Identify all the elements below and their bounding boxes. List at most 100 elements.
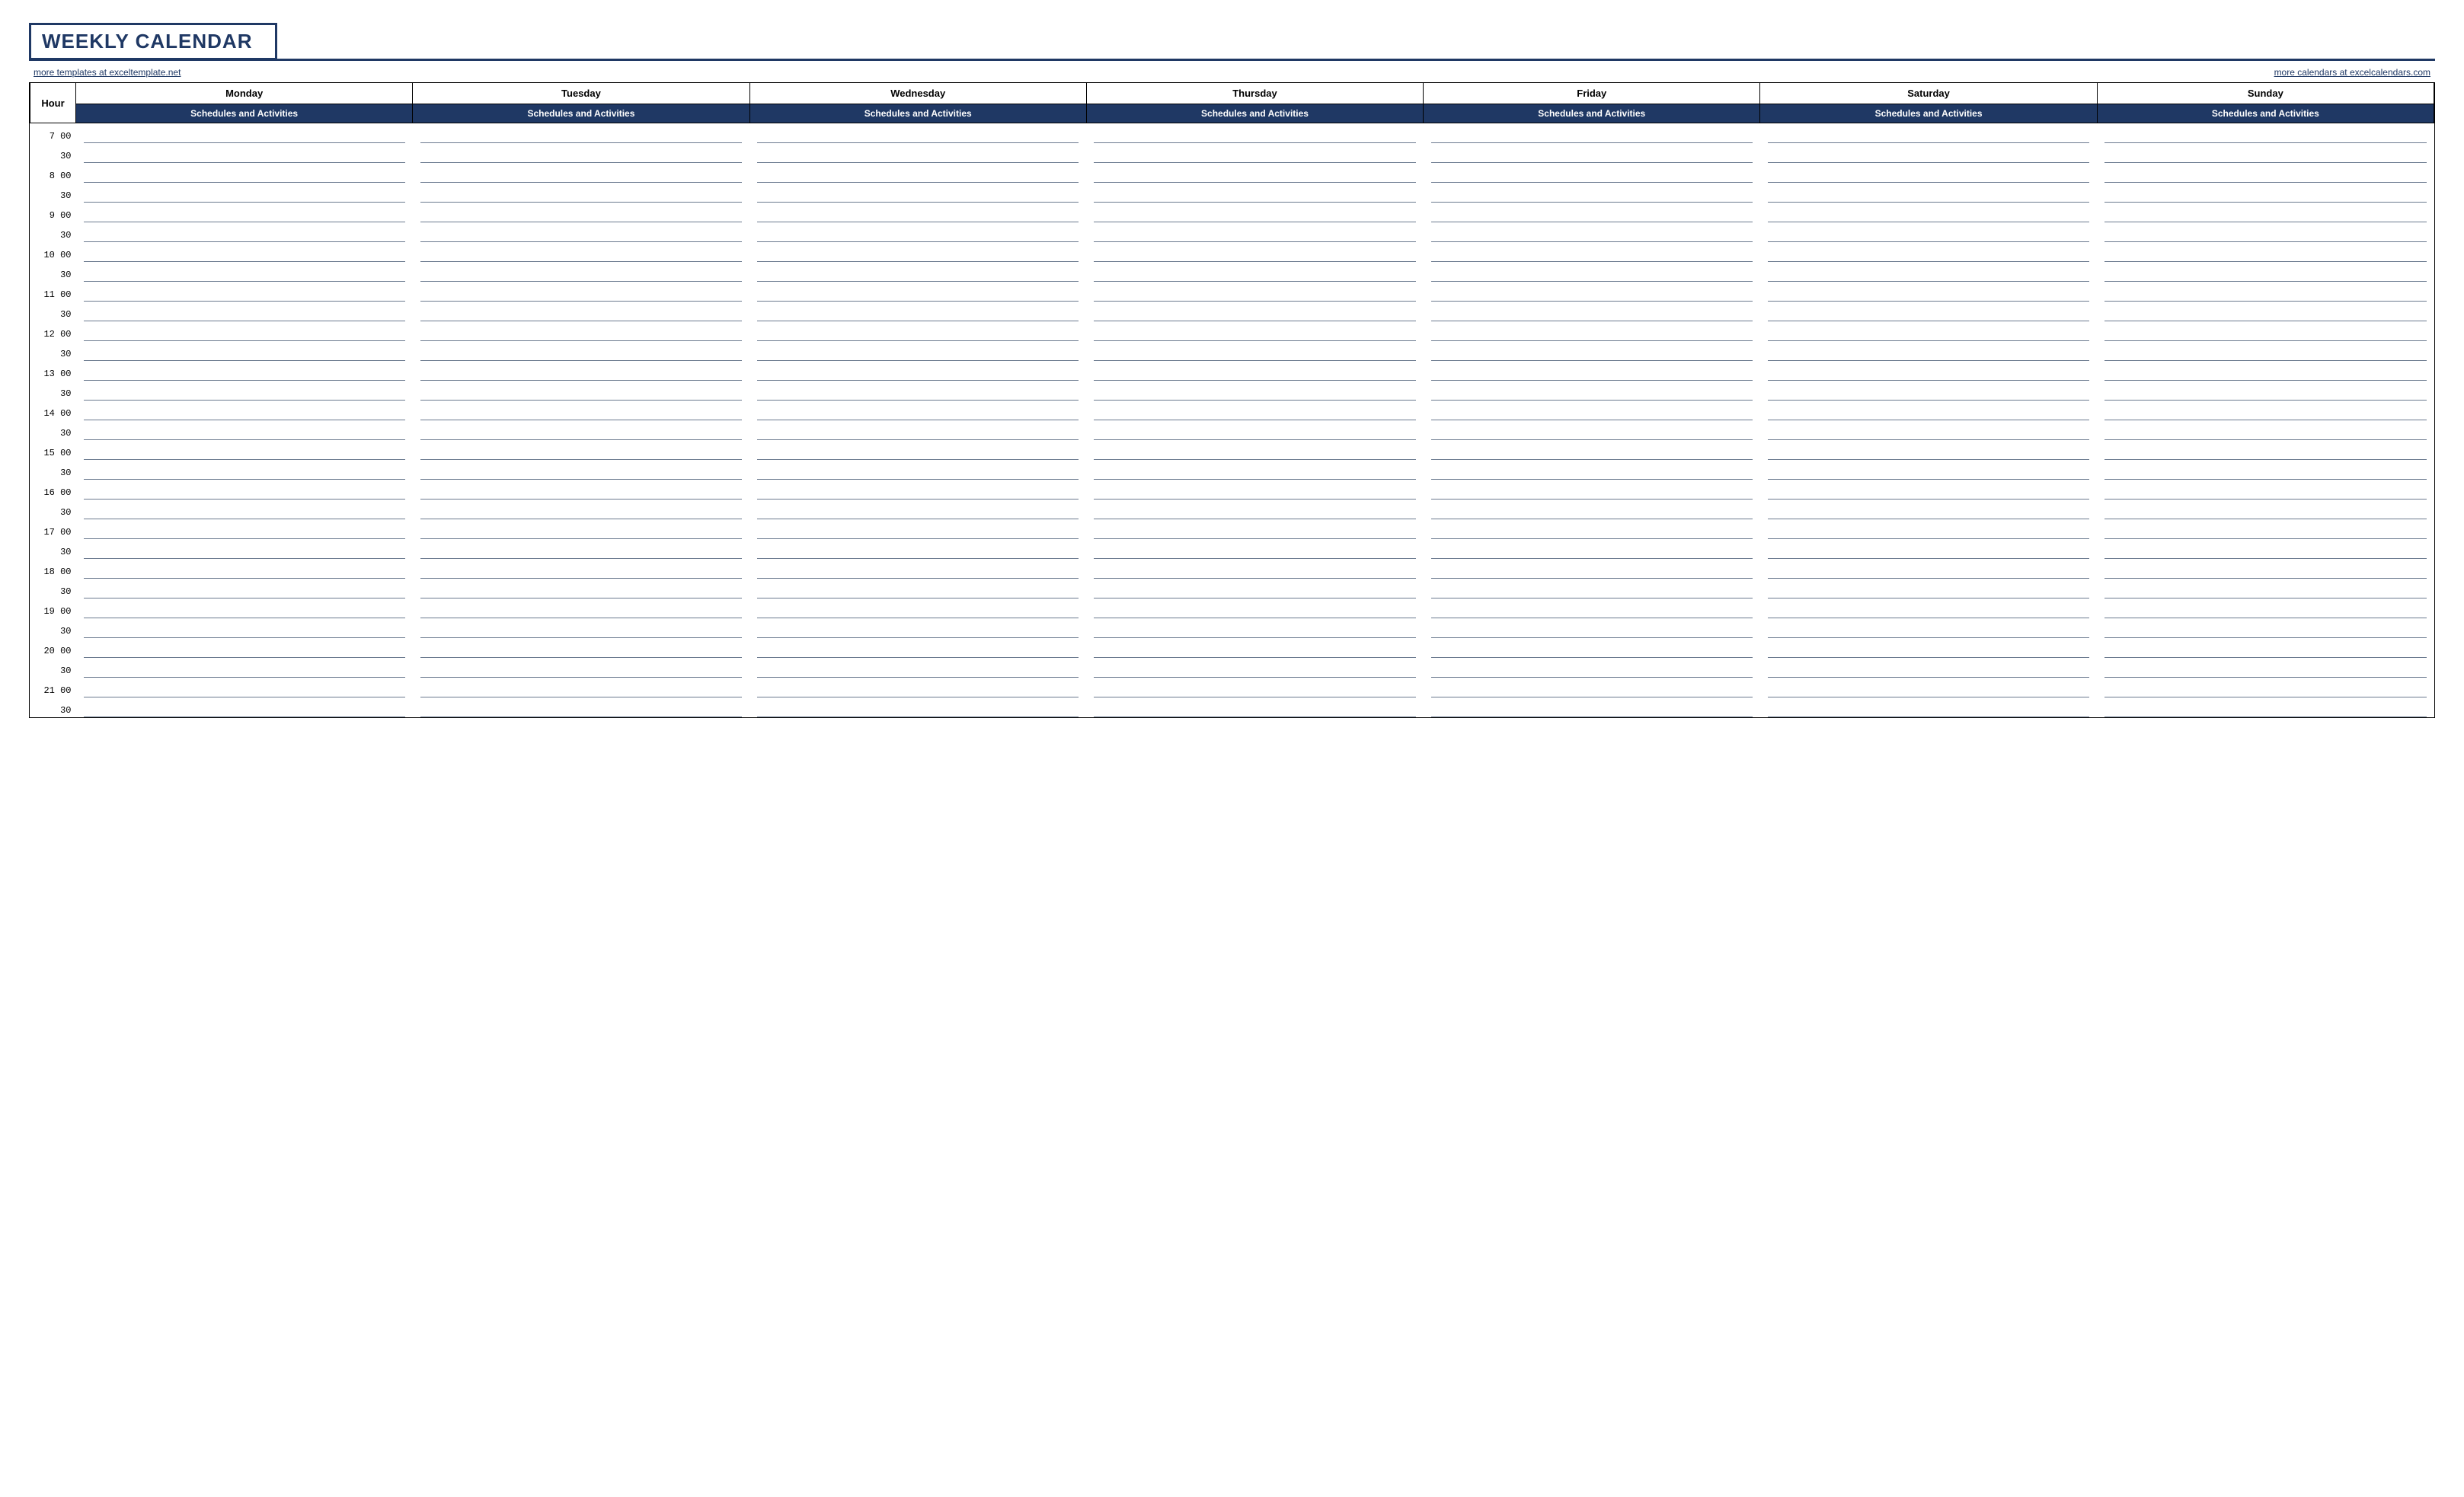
schedule-slot[interactable]	[1086, 697, 1423, 717]
schedule-slot[interactable]	[413, 401, 749, 420]
schedule-slot[interactable]	[413, 262, 749, 282]
schedule-slot[interactable]	[76, 381, 413, 401]
schedule-slot[interactable]	[413, 163, 749, 183]
schedule-slot[interactable]	[413, 500, 749, 519]
schedule-slot[interactable]	[76, 598, 413, 618]
schedule-slot[interactable]	[413, 480, 749, 500]
schedule-slot[interactable]	[1760, 420, 2097, 440]
schedule-slot[interactable]	[413, 341, 749, 361]
schedule-slot[interactable]	[1086, 341, 1423, 361]
schedule-slot[interactable]	[2097, 678, 2434, 697]
schedule-slot[interactable]	[1760, 361, 2097, 381]
schedule-slot[interactable]	[413, 183, 749, 203]
schedule-slot[interactable]	[2097, 420, 2434, 440]
schedule-slot[interactable]	[1424, 539, 1760, 559]
schedule-slot[interactable]	[1086, 460, 1423, 480]
schedule-slot[interactable]	[1760, 183, 2097, 203]
schedule-slot[interactable]	[1760, 480, 2097, 500]
schedule-slot[interactable]	[749, 143, 1086, 163]
schedule-slot[interactable]	[1424, 500, 1760, 519]
schedule-slot[interactable]	[76, 341, 413, 361]
schedule-slot[interactable]	[1424, 460, 1760, 480]
schedule-slot[interactable]	[749, 638, 1086, 658]
schedule-slot[interactable]	[1760, 341, 2097, 361]
schedule-slot[interactable]	[1086, 559, 1423, 579]
schedule-slot[interactable]	[2097, 579, 2434, 598]
schedule-slot[interactable]	[76, 163, 413, 183]
schedule-slot[interactable]	[1086, 143, 1423, 163]
schedule-slot[interactable]	[1424, 282, 1760, 302]
schedule-slot[interactable]	[1424, 658, 1760, 678]
schedule-slot[interactable]	[76, 519, 413, 539]
schedule-slot[interactable]	[413, 282, 749, 302]
schedule-slot[interactable]	[749, 539, 1086, 559]
schedule-slot[interactable]	[1086, 321, 1423, 341]
schedule-slot[interactable]	[413, 539, 749, 559]
schedule-slot[interactable]	[76, 143, 413, 163]
schedule-slot[interactable]	[413, 242, 749, 262]
schedule-slot[interactable]	[2097, 598, 2434, 618]
schedule-slot[interactable]	[1424, 361, 1760, 381]
schedule-slot[interactable]	[76, 321, 413, 341]
schedule-slot[interactable]	[1760, 163, 2097, 183]
schedule-slot[interactable]	[2097, 519, 2434, 539]
schedule-slot[interactable]	[76, 678, 413, 697]
schedule-slot[interactable]	[1760, 242, 2097, 262]
schedule-slot[interactable]	[1086, 302, 1423, 321]
schedule-slot[interactable]	[76, 638, 413, 658]
schedule-slot[interactable]	[2097, 697, 2434, 717]
schedule-slot[interactable]	[2097, 500, 2434, 519]
schedule-slot[interactable]	[1086, 618, 1423, 638]
schedule-slot[interactable]	[749, 321, 1086, 341]
schedule-slot[interactable]	[1086, 203, 1423, 222]
schedule-slot[interactable]	[2097, 559, 2434, 579]
schedule-slot[interactable]	[1086, 500, 1423, 519]
schedule-slot[interactable]	[1760, 381, 2097, 401]
schedule-slot[interactable]	[1760, 302, 2097, 321]
schedule-slot[interactable]	[1086, 282, 1423, 302]
schedule-slot[interactable]	[413, 361, 749, 381]
schedule-slot[interactable]	[76, 559, 413, 579]
schedule-slot[interactable]	[1760, 638, 2097, 658]
schedule-slot[interactable]	[1086, 480, 1423, 500]
schedule-slot[interactable]	[2097, 460, 2434, 480]
schedule-slot[interactable]	[2097, 242, 2434, 262]
schedule-slot[interactable]	[2097, 123, 2434, 144]
schedule-slot[interactable]	[76, 460, 413, 480]
schedule-slot[interactable]	[1424, 401, 1760, 420]
schedule-slot[interactable]	[413, 559, 749, 579]
schedule-slot[interactable]	[749, 123, 1086, 144]
schedule-slot[interactable]	[2097, 302, 2434, 321]
schedule-slot[interactable]	[1760, 579, 2097, 598]
schedule-slot[interactable]	[1424, 381, 1760, 401]
schedule-slot[interactable]	[1424, 143, 1760, 163]
schedule-slot[interactable]	[413, 678, 749, 697]
schedule-slot[interactable]	[2097, 183, 2434, 203]
schedule-slot[interactable]	[2097, 440, 2434, 460]
schedule-slot[interactable]	[1424, 559, 1760, 579]
schedule-slot[interactable]	[413, 440, 749, 460]
schedule-slot[interactable]	[749, 401, 1086, 420]
schedule-slot[interactable]	[1086, 678, 1423, 697]
schedule-slot[interactable]	[1086, 163, 1423, 183]
schedule-slot[interactable]	[1760, 222, 2097, 242]
schedule-slot[interactable]	[1424, 519, 1760, 539]
schedule-slot[interactable]	[2097, 401, 2434, 420]
schedule-slot[interactable]	[76, 539, 413, 559]
schedule-slot[interactable]	[1760, 539, 2097, 559]
schedule-slot[interactable]	[1424, 183, 1760, 203]
schedule-slot[interactable]	[749, 500, 1086, 519]
schedule-slot[interactable]	[76, 480, 413, 500]
schedule-slot[interactable]	[1424, 697, 1760, 717]
schedule-slot[interactable]	[2097, 618, 2434, 638]
schedule-slot[interactable]	[749, 460, 1086, 480]
schedule-slot[interactable]	[413, 460, 749, 480]
schedule-slot[interactable]	[1086, 242, 1423, 262]
schedule-slot[interactable]	[1086, 539, 1423, 559]
schedule-slot[interactable]	[2097, 658, 2434, 678]
schedule-slot[interactable]	[749, 341, 1086, 361]
schedule-slot[interactable]	[76, 420, 413, 440]
schedule-slot[interactable]	[749, 183, 1086, 203]
schedule-slot[interactable]	[76, 697, 413, 717]
schedule-slot[interactable]	[413, 302, 749, 321]
